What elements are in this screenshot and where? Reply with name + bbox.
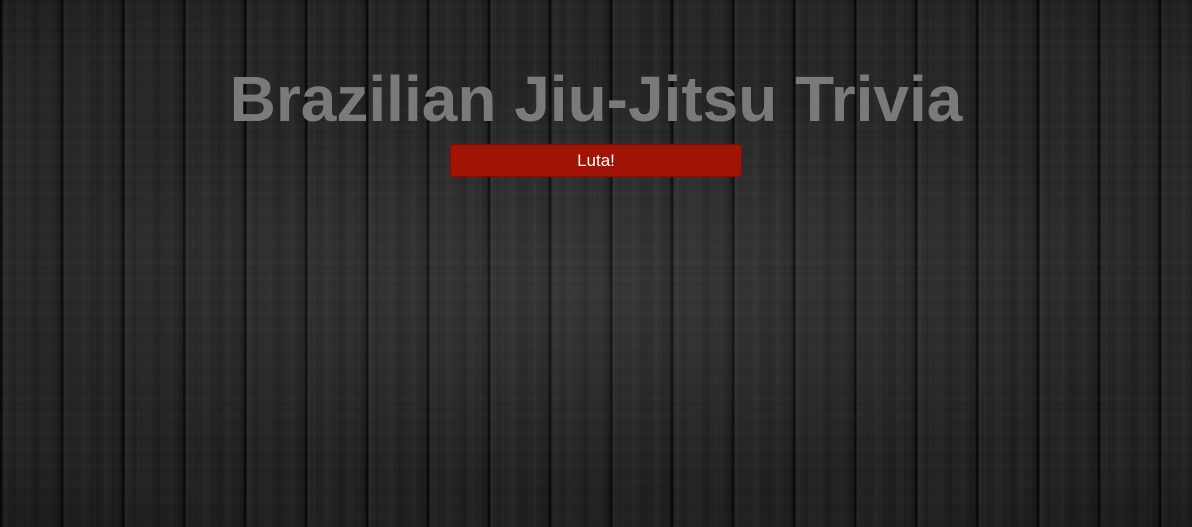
start-button[interactable]: Luta! [450, 144, 742, 177]
page-header: Brazilian Jiu-Jitsu Trivia [0, 60, 1192, 138]
page-title: Brazilian Jiu-Jitsu Trivia [229, 63, 963, 135]
